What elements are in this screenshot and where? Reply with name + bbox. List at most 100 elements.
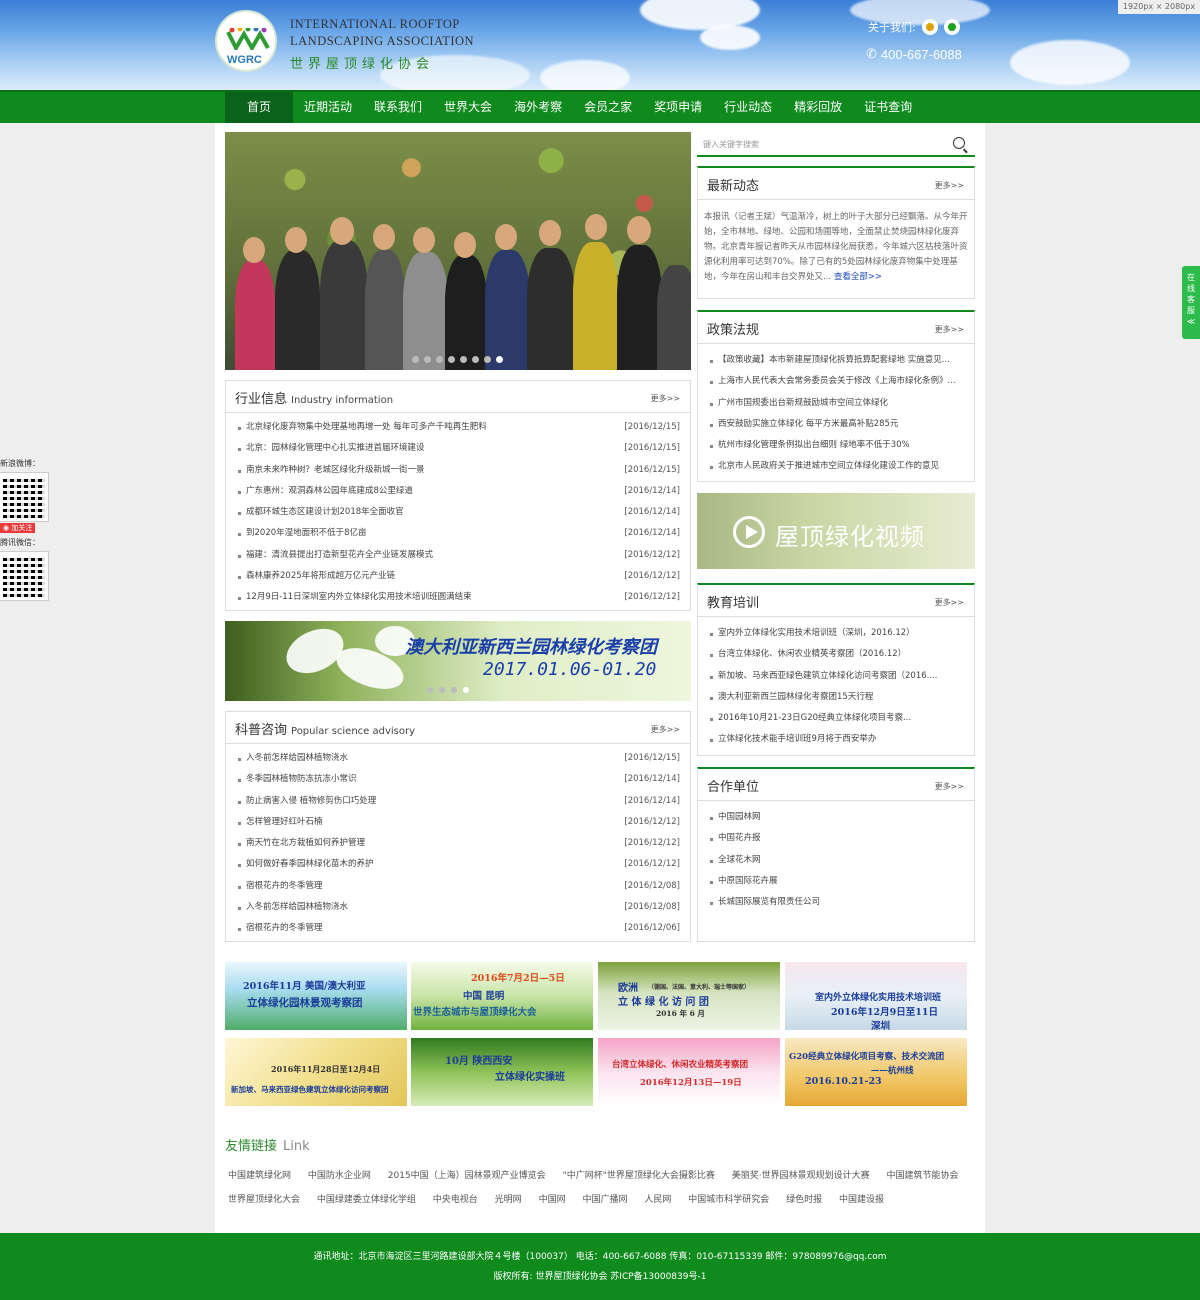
- banner-dot[interactable]: [439, 687, 445, 693]
- weibo-icon[interactable]: [921, 19, 938, 35]
- slider-dot[interactable]: [448, 356, 455, 363]
- list-item[interactable]: 西安鼓励实施立体绿化 每平方米最高补贴285元: [698, 414, 974, 435]
- friend-link[interactable]: 美丽奖·世界园林景观规划设计大赛: [732, 1171, 870, 1181]
- list-item[interactable]: 冬季园林植物防冻抗冻小常识 [2016/12/14]: [226, 769, 690, 790]
- list-item[interactable]: 南京未来咋种树？老城区绿化升级新城一街一景 [2016/12/15]: [226, 460, 690, 481]
- list-item[interactable]: 上海市人民代表大会常务委员会关于修改《上海市绿化条例》...: [698, 371, 974, 392]
- list-item[interactable]: 室内外立体绿化实用技术培训班（深圳，2016.12）: [698, 623, 974, 644]
- event-thumb[interactable]: 台湾立体绿化、休闲农业精英考察团 2016年12月13日—19日: [598, 1038, 780, 1106]
- list-item[interactable]: 全球花木网: [698, 850, 974, 871]
- list-item[interactable]: 杭州市绿化管理条例拟出台细则 绿地率不低于30%: [698, 435, 974, 456]
- more-link[interactable]: 更多>>: [651, 724, 680, 735]
- photo-slider[interactable]: [225, 132, 691, 370]
- friend-link[interactable]: 绿色时报: [786, 1195, 822, 1205]
- list-item[interactable]: 北京市人民政府关于推进城市空间立体绿化建设工作的意见: [698, 456, 974, 477]
- list-item[interactable]: 入冬前怎样给园林植物浇水 [2016/12/15]: [226, 748, 690, 769]
- list-item[interactable]: 广东惠州：观洞森林公园年底建成8公里绿道 [2016/12/14]: [226, 481, 690, 502]
- friend-link[interactable]: 中国建筑节能协会: [886, 1171, 958, 1181]
- event-thumb[interactable]: 室内外立体绿化实用技术培训班 2016年12月9日至11日 深圳: [785, 962, 967, 1030]
- friend-link[interactable]: 世界屋顶绿化大会: [228, 1195, 300, 1205]
- friend-link[interactable]: 中国网: [539, 1195, 566, 1205]
- nav-industry[interactable]: 行业动态: [713, 92, 783, 123]
- list-item[interactable]: 中国花卉报: [698, 828, 974, 849]
- friend-link[interactable]: 中国绿建委立体绿化学组: [317, 1195, 416, 1205]
- search-input[interactable]: 键入关键字搜索: [703, 139, 759, 150]
- list-item[interactable]: 防止病害入侵 植物修剪伤口巧处理 [2016/12/14]: [226, 791, 690, 812]
- friend-link[interactable]: 中国建设报: [839, 1195, 884, 1205]
- nav-members[interactable]: 会员之家: [573, 92, 643, 123]
- view-all-link[interactable]: 查看全部>>: [834, 272, 882, 282]
- friend-link[interactable]: 2015中国（上海）园林景观产业博览会: [388, 1171, 546, 1181]
- list-item[interactable]: 广州市国规委出台新规鼓励城市空间立体绿化: [698, 393, 974, 414]
- event-thumb[interactable]: 10月 陕西西安 立体绿化实操班: [411, 1038, 593, 1106]
- friend-link[interactable]: 中国城市科学研究会: [688, 1195, 769, 1205]
- list-item[interactable]: 福建：清流县提出打造新型花卉全产业链发展模式 [2016/12/12]: [226, 545, 690, 566]
- nav-awards[interactable]: 奖项申请: [643, 92, 713, 123]
- wechat-icon[interactable]: [943, 19, 960, 35]
- slider-dot[interactable]: [436, 356, 443, 363]
- list-item[interactable]: 【政策收藏】本市新建屋顶绿化拆算抵算配套绿地 实施意见...: [698, 350, 974, 371]
- nav-replay[interactable]: 精彩回放: [783, 92, 853, 123]
- more-link[interactable]: 更多>>: [935, 597, 964, 608]
- slider-dot[interactable]: [412, 356, 419, 363]
- event-thumb[interactable]: 2016年7月2日—5日 中国 昆明 世界生态城市与屋顶绿化大会: [411, 962, 593, 1030]
- slider-dot[interactable]: [460, 356, 467, 363]
- list-item[interactable]: 长城国际展览有限责任公司: [698, 892, 974, 913]
- more-link[interactable]: 更多>>: [935, 324, 964, 335]
- list-item[interactable]: 新加坡、马来西亚绿色建筑立体绿化访问考察团（2016....: [698, 666, 974, 687]
- list-item[interactable]: 12月9日-11日深圳室内外立体绿化实用技术培训班圆满结束 [2016/12/12…: [226, 587, 690, 608]
- search-box[interactable]: 键入关键字搜索: [697, 132, 975, 157]
- event-thumb[interactable]: G20经典立体绿化项目考察、技术交流团 ——杭州线 2016.10.21-23: [785, 1038, 967, 1106]
- slider-dot[interactable]: [472, 356, 479, 363]
- slider-dot-active[interactable]: [496, 356, 503, 363]
- list-item[interactable]: 北京绿化废弃物集中处理基地再增一处 每年可多产千吨再生肥料 [2016/12/15…: [226, 417, 690, 438]
- list-item[interactable]: 如何做好春季园林绿化苗木的养护 [2016/12/12]: [226, 854, 690, 875]
- list-item[interactable]: 宿根花卉的冬季管理 [2016/12/06]: [226, 918, 690, 939]
- more-link[interactable]: 更多>>: [935, 180, 964, 191]
- tour-banner[interactable]: 澳大利亚新西兰园林绿化考察团 2017.01.06-01.20: [225, 621, 691, 701]
- item-date: [2016/12/14]: [624, 795, 680, 806]
- nav-recent-events[interactable]: 近期活动: [293, 92, 363, 123]
- video-banner[interactable]: 屋顶绿化视频: [697, 493, 975, 569]
- list-item[interactable]: 北京：园林绿化管理中心扎实推进首届环境建设 [2016/12/15]: [226, 438, 690, 459]
- list-item[interactable]: 成都环城生态区建设计划2018年全面收官 [2016/12/14]: [226, 502, 690, 523]
- list-item[interactable]: 台湾立体绿化、休闲农业精英考察团（2016.12）: [698, 644, 974, 665]
- event-thumb[interactable]: 欧洲 （德国、法国、意大利、瑞士等国家） 立 体 绿 化 访 问 团 2016 …: [598, 962, 780, 1030]
- friend-link[interactable]: 中国广播网: [582, 1195, 627, 1205]
- friend-link[interactable]: 光明网: [495, 1195, 522, 1205]
- follow-button[interactable]: ◉ 加关注: [0, 523, 36, 533]
- event-thumb[interactable]: 2016年11月28日至12月4日 新加坡、马来西亚绿色建筑立体绿化访问考察团: [225, 1038, 407, 1106]
- list-item[interactable]: 怎样管理好红叶石楠 [2016/12/12]: [226, 812, 690, 833]
- slider-dot[interactable]: [484, 356, 491, 363]
- event-thumb[interactable]: 2016年11月 美国/澳大利亚 立体绿化园林景观考察团: [225, 962, 407, 1030]
- friend-link[interactable]: 中国防水企业网: [308, 1171, 371, 1181]
- banner-dot[interactable]: [427, 687, 433, 693]
- friend-link[interactable]: 中央电视台: [433, 1195, 478, 1205]
- nav-contact[interactable]: 联系我们: [363, 92, 433, 123]
- friend-link[interactable]: 人民网: [644, 1195, 671, 1205]
- banner-dot-active[interactable]: [463, 687, 469, 693]
- search-icon[interactable]: [953, 137, 965, 149]
- list-item[interactable]: 南天竹在北方栽植如何养护管理 [2016/12/12]: [226, 833, 690, 854]
- friend-link[interactable]: 中国建筑绿化网: [228, 1171, 291, 1181]
- list-item[interactable]: 到2020年湿地面积不低于8亿亩 [2016/12/14]: [226, 523, 690, 544]
- list-item[interactable]: 中原国际花卉展: [698, 871, 974, 892]
- nav-certificate[interactable]: 证书查询: [853, 92, 923, 123]
- list-item[interactable]: 立体绿化技术能手培训班9月将于西安举办: [698, 729, 974, 750]
- friend-link[interactable]: "中广网杯"世界屋顶绿化大会摄影比赛: [563, 1171, 715, 1181]
- banner-dot[interactable]: [451, 687, 457, 693]
- list-item[interactable]: 中国园林网: [698, 807, 974, 828]
- more-link[interactable]: 更多>>: [651, 393, 680, 404]
- online-service-tab[interactable]: 在线客服≪: [1182, 266, 1200, 339]
- nav-home[interactable]: 首页: [225, 92, 294, 123]
- list-item[interactable]: 森林康养2025年将形成超万亿元产业链 [2016/12/12]: [226, 566, 690, 587]
- list-item[interactable]: 2016年10月21-23日G20经典立体绿化项目考察...: [698, 708, 974, 729]
- list-item[interactable]: 宿根花卉的冬季管理 [2016/12/08]: [226, 876, 690, 897]
- list-item[interactable]: 入冬前怎样给园林植物浇水 [2016/12/08]: [226, 897, 690, 918]
- slider-dot[interactable]: [424, 356, 431, 363]
- list-item[interactable]: 澳大利亚新西兰园林绿化考察团15天行程: [698, 687, 974, 708]
- nav-overseas[interactable]: 海外考察: [503, 92, 573, 123]
- logo[interactable]: WGRC INTERNATIONAL ROOFTOP LANDSCAPING A…: [215, 10, 485, 75]
- more-link[interactable]: 更多>>: [935, 781, 964, 792]
- nav-world-congress[interactable]: 世界大会: [433, 92, 503, 123]
